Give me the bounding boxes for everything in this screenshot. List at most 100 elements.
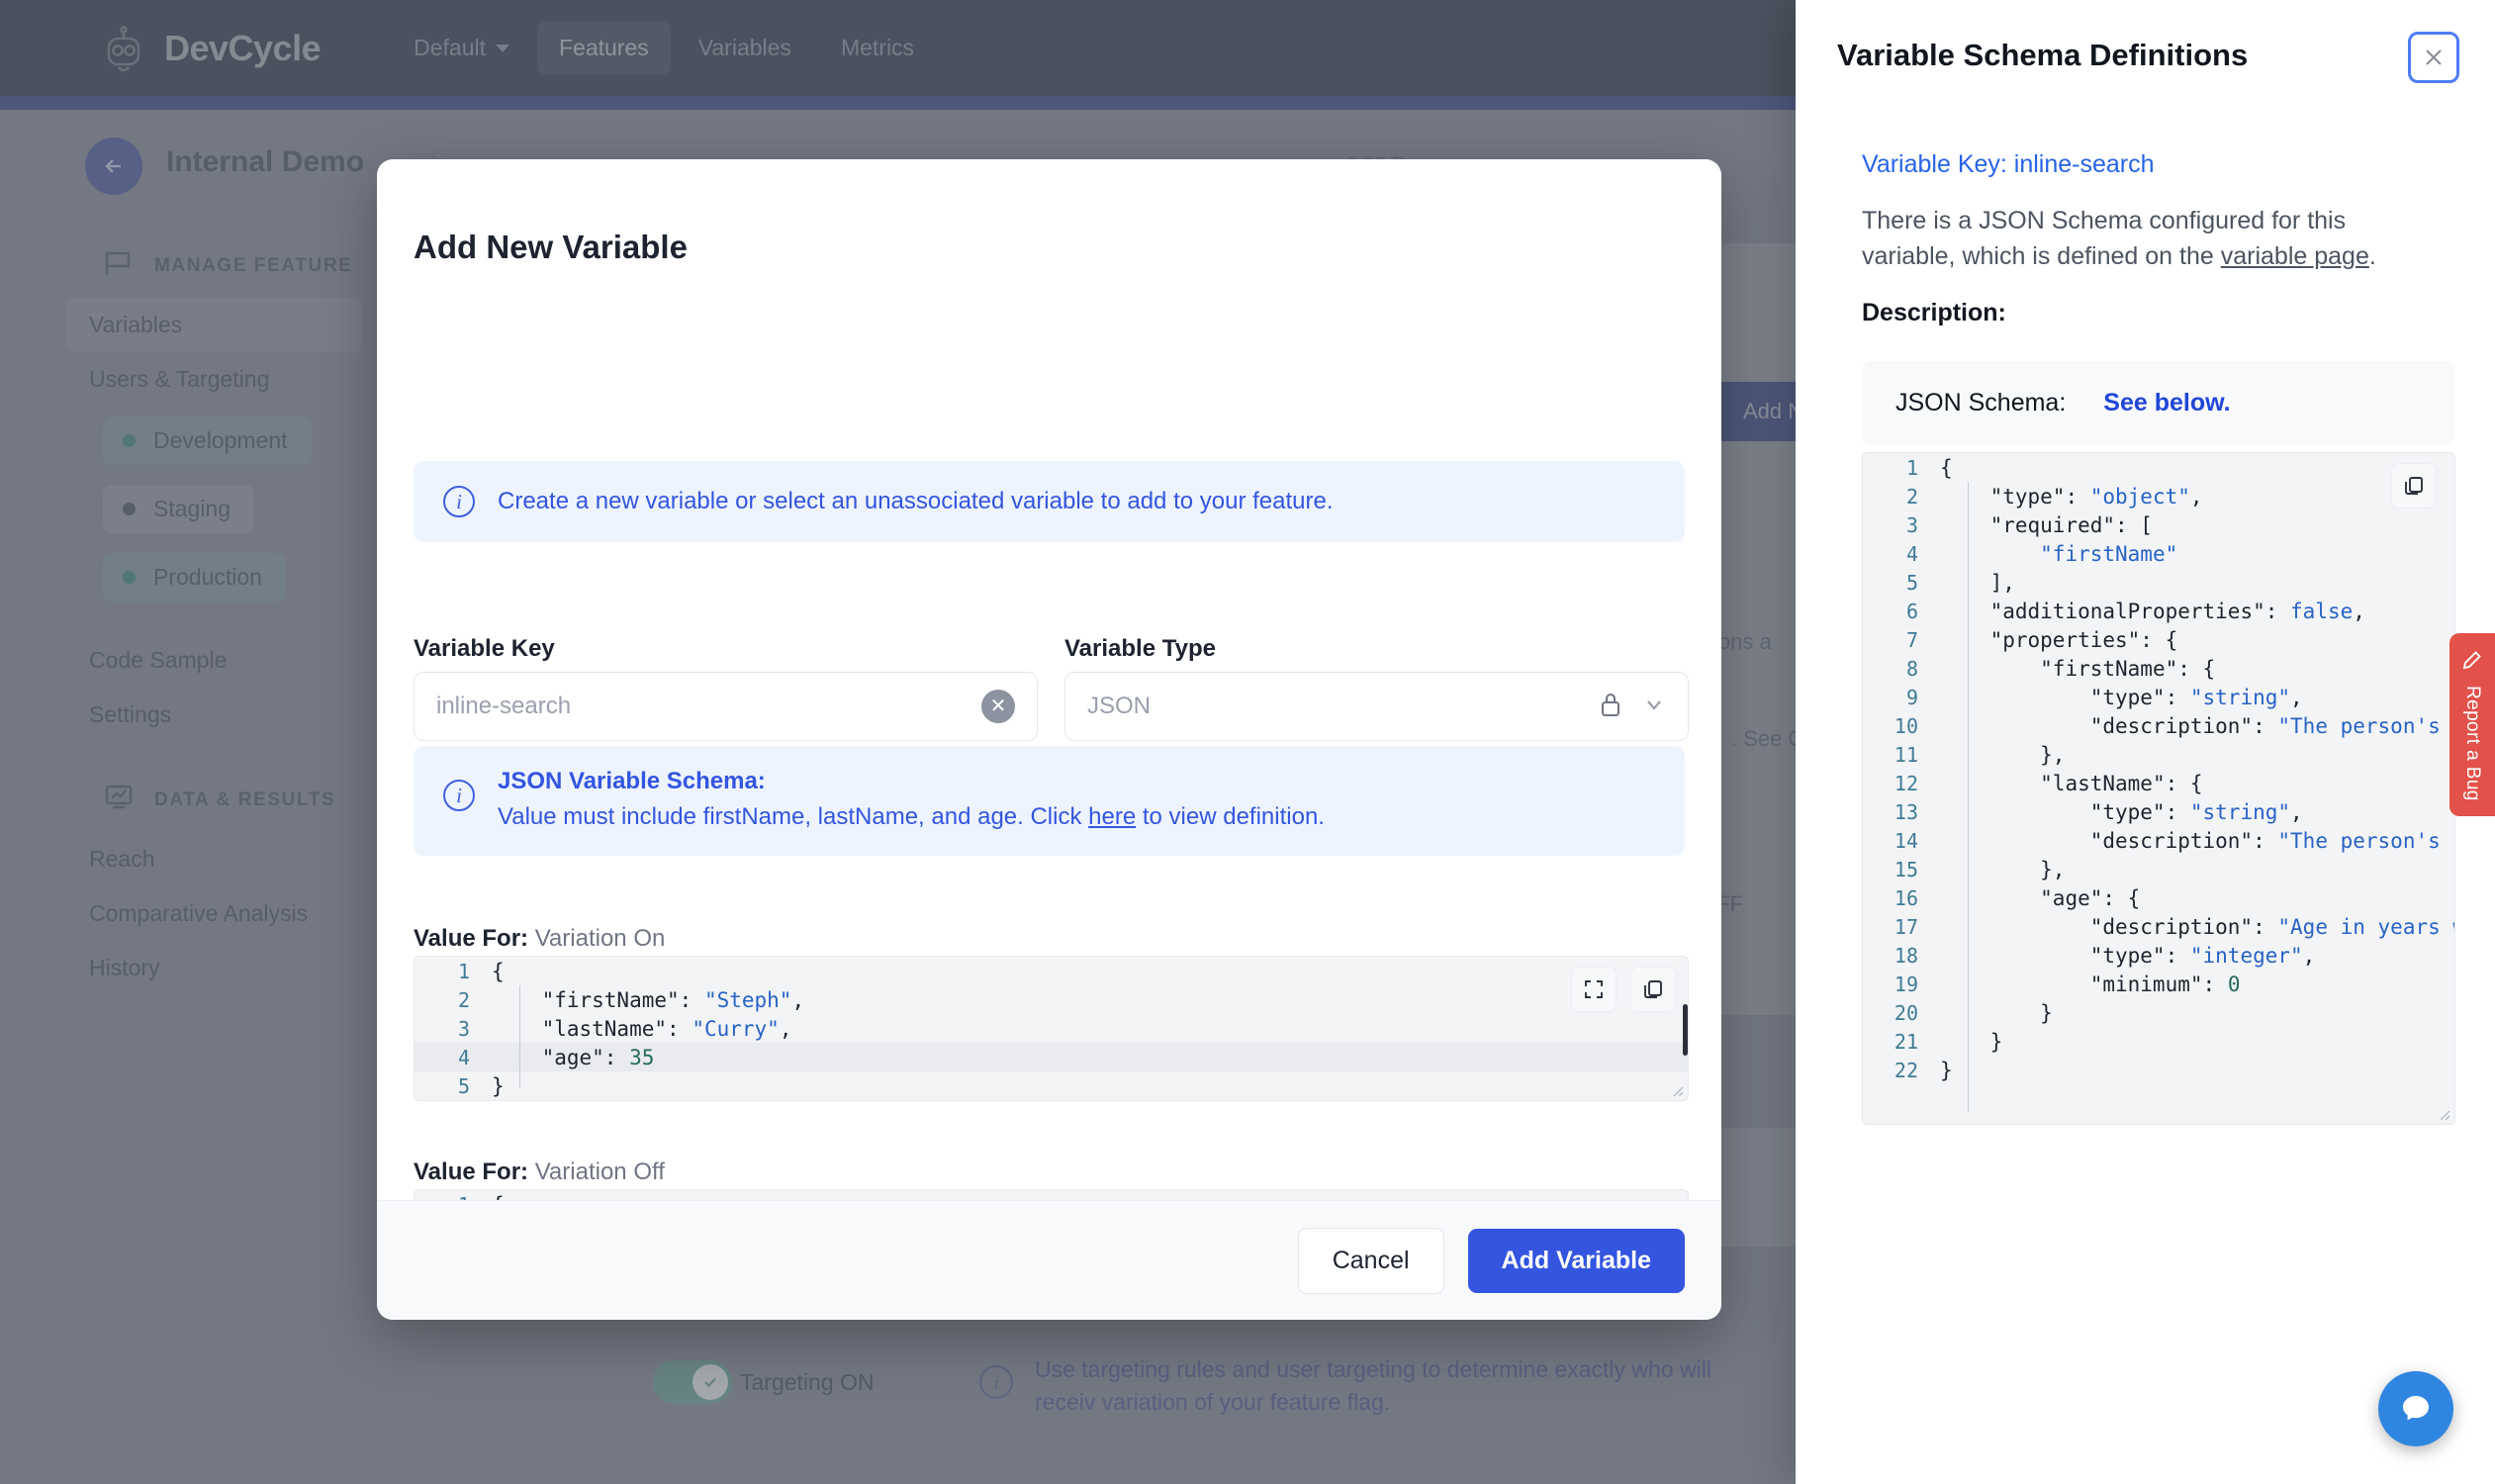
code-line: 20 } [1863,998,2454,1027]
line-number: 7 [1905,627,1918,652]
code-line: 13 "type": "string", [1863,797,2454,826]
lock-icon [1599,692,1622,722]
chat-icon[interactable] [2378,1371,2453,1446]
line-number: 2 [457,987,470,1012]
code-line: 16 "age": { [1863,883,2454,912]
resize-grip[interactable] [2437,1106,2450,1121]
modal-info-banner: i Create a new variable or select an una… [414,461,1685,542]
code-text: { [492,959,505,983]
code-text: "lastName": { [2040,771,2203,795]
here-link[interactable]: here [1088,803,1136,830]
modal-info-banner-text: Create a new variable or select an unass… [498,488,1334,514]
code-text: } [1940,1029,2003,1054]
code-line: 7 "properties": { [1863,625,2454,654]
json-schema-banner-title: JSON Variable Schema: [498,768,766,794]
see-below-link[interactable]: See below. [2103,389,2230,417]
code-line: 9 "type": "string", [1863,683,2454,711]
code-line: 2 "firstName": "Steph", [415,985,1688,1014]
line-number: 2 [1905,484,1918,509]
value-for-prefix: Value For: [414,1159,529,1185]
value-for-variation-off-label: Value For: Variation Off [414,1159,665,1186]
variable-type-label: Variable Type [1064,635,1216,662]
code-line: 1{ [415,957,1688,985]
line-number: 21 [1894,1029,1918,1054]
drawer-paragraph: There is a JSON Schema configured for th… [1862,207,2376,271]
close-icon[interactable] [2408,32,2459,83]
code-line: 10 "description": "The person's fi [1863,711,2454,740]
cancel-button[interactable]: Cancel [1297,1227,1444,1294]
pencil-icon [2461,649,2483,676]
line-number: 3 [1905,512,1918,537]
variation-off-name: Variation Off [534,1159,665,1185]
line-number: 10 [1894,713,1918,738]
code-text: } [1940,1058,1953,1082]
modal-title: Add New Variable [414,229,688,265]
report-a-bug-tab[interactable]: Report a Bug [2449,633,2495,816]
code-text: "description": "Age in years wh [2089,914,2454,939]
drawer-schema-code-block[interactable]: 1{2 "type": "object", 3 "required": [4 "f… [1862,452,2455,1125]
code-text: "additionalProperties": false, [1989,599,2365,623]
drawer-variable-key-value: inline-search [2013,150,2155,178]
editor-scrollbar[interactable] [1683,1004,1688,1056]
variation-on-code-editor[interactable]: 1{2 "firstName": "Steph", 3 "lastName": "… [414,956,1689,1101]
code-line: 15 }, [1863,855,2454,883]
line-number: 4 [1905,541,1918,566]
code-text: "type": "integer", [2089,943,2316,968]
clear-x-icon[interactable]: ✕ [981,690,1015,723]
variable-type-value: JSON [1087,693,1152,719]
line-number: 20 [1894,1000,1918,1025]
code-text: "firstName" [2040,541,2178,566]
line-number: 16 [1894,885,1918,910]
value-for-prefix: Value For: [414,925,529,952]
code-line: 12 "lastName": { [1863,769,2454,797]
variation-on-name: Variation On [534,925,666,952]
drawer-json-schema-box: JSON Schema: See below. [1862,361,2455,445]
code-text: "age": { [2040,885,2141,910]
json-variable-schema-banner: i JSON Variable Schema: Value must inclu… [414,746,1685,856]
line-number: 8 [1905,656,1918,681]
code-line: 3 "required": [ [1863,510,2454,539]
drawer-editor-buttons [2391,463,2437,509]
code-line: 2 "type": "object", [1863,482,2454,510]
code-line: 8 "firstName": { [1863,654,2454,683]
variable-type-select[interactable]: JSON [1064,672,1689,741]
code-text: "description": "The person's la [2089,828,2454,853]
drawer-json-schema-label: JSON Schema: [1895,389,2067,417]
code-line: 3 "lastName": "Curry", [415,1014,1688,1043]
code-line: 14 "description": "The person's la [1863,826,2454,855]
indent-guide [1968,482,1969,1112]
variable-schema-definitions-drawer: Variable Schema Definitions Variable Key… [1796,0,2495,1484]
code-text: "age": 35 [541,1045,655,1069]
copy-icon[interactable] [1630,967,1676,1012]
line-number: 12 [1894,771,1918,795]
code-text: "required": [ [1989,512,2153,537]
copy-icon[interactable] [2391,463,2437,509]
variation-on-editor-buttons [1571,967,1676,1012]
drawer-description-label: Description: [1862,299,2006,326]
code-text: "description": "The person's fi [2089,713,2454,738]
code-line: 21 } [1863,1027,2454,1056]
variable-key-value: inline-search [436,693,572,719]
code-line: 11 }, [1863,740,2454,769]
line-number: 5 [457,1073,470,1098]
code-text: } [1940,1000,2053,1025]
variable-key-input[interactable]: inline-search ✕ [414,672,1038,741]
line-number: 15 [1894,857,1918,881]
line-number: 19 [1894,972,1918,996]
code-text: "type": "object", [1989,484,2203,509]
line-number: 6 [1905,599,1918,623]
expand-icon[interactable] [1571,967,1617,1012]
indent-guide [519,985,520,1088]
line-number: 18 [1894,943,1918,968]
chevron-down-icon[interactable] [1642,693,1666,721]
code-text: "type": "string", [2089,685,2303,709]
code-text: }, [1940,857,2066,881]
variable-page-link[interactable]: variable page [2221,242,2369,270]
line-number: 5 [1905,570,1918,595]
line-number: 22 [1894,1058,1918,1082]
report-a-bug-label: Report a Bug [2462,685,2483,801]
resize-grip[interactable] [1670,1082,1684,1097]
code-text: }, [1940,742,2066,767]
line-number: 17 [1894,914,1918,939]
add-variable-button[interactable]: Add Variable [1467,1228,1685,1293]
